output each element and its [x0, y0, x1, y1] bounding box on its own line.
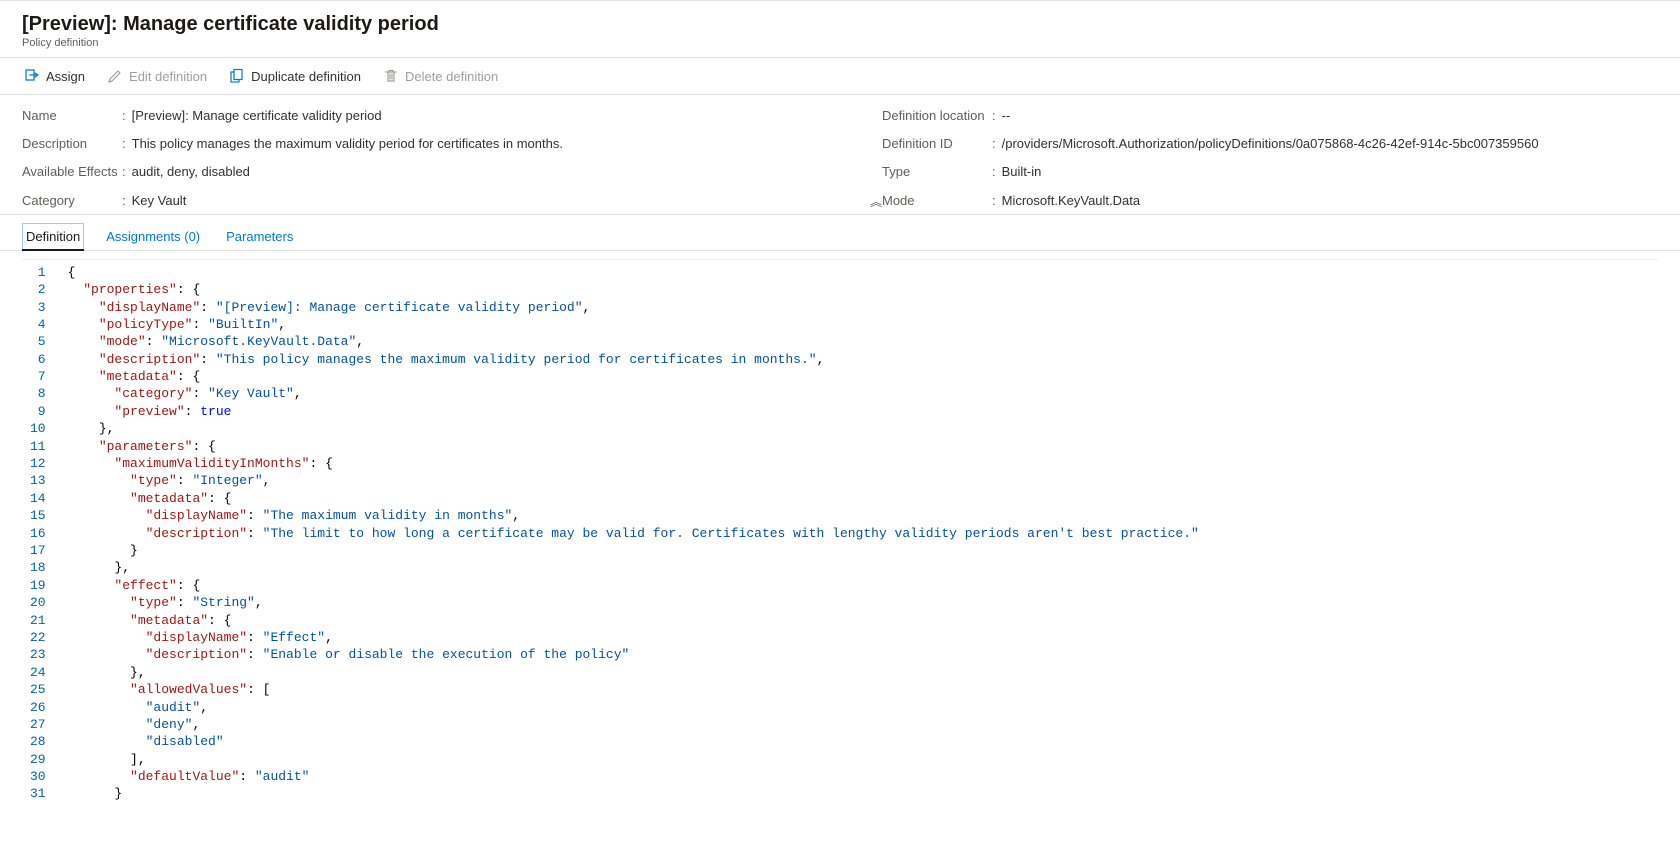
detail-label: Name: [22, 107, 122, 125]
detail-value-type: Built-in: [1002, 163, 1042, 181]
detail-value-mode: Microsoft.KeyVault.Data: [1002, 192, 1140, 210]
editor-code[interactable]: { "properties": { "displayName": "[Previ…: [68, 264, 1199, 803]
editor-gutter: 1234567891011121314151617181920212223242…: [22, 264, 68, 803]
trash-icon: [383, 68, 399, 84]
json-editor[interactable]: 1234567891011121314151617181920212223242…: [22, 259, 1658, 803]
delete-definition-button[interactable]: Delete definition: [381, 64, 500, 88]
page-header: [Preview]: Manage certificate validity p…: [0, 1, 1680, 57]
assign-icon: [24, 68, 40, 84]
edit-label: Edit definition: [129, 69, 207, 84]
detail-row: Definition location : --: [882, 107, 1658, 125]
assign-button[interactable]: Assign: [22, 64, 87, 88]
detail-value-category: Key Vault: [132, 192, 187, 210]
tab-definition[interactable]: Definition: [22, 223, 84, 250]
edit-definition-button[interactable]: Edit definition: [105, 64, 209, 88]
detail-label: Definition ID: [882, 135, 992, 153]
essentials-right: Definition location : -- Definition ID :…: [882, 107, 1658, 210]
essentials-panel: Name : [Preview]: Manage certificate val…: [0, 95, 1680, 215]
collapse-essentials-icon[interactable]: ︽: [870, 193, 882, 210]
tab-assignments[interactable]: Assignments (0): [102, 223, 204, 250]
tabs: Definition Assignments (0) Parameters: [0, 215, 1680, 251]
detail-label: Available Effects: [22, 163, 122, 181]
detail-value-name: [Preview]: Manage certificate validity p…: [132, 107, 382, 125]
detail-value-description: This policy manages the maximum validity…: [132, 135, 563, 153]
duplicate-label: Duplicate definition: [251, 69, 361, 84]
detail-row: Available Effects : audit, deny, disable…: [22, 163, 882, 181]
detail-row: Type : Built-in: [882, 163, 1658, 181]
detail-label: Type: [882, 163, 992, 181]
detail-label: Description: [22, 135, 122, 153]
detail-row: Name : [Preview]: Manage certificate val…: [22, 107, 882, 125]
command-bar: Assign Edit definition Duplicate definit…: [0, 57, 1680, 95]
detail-label: Category: [22, 192, 122, 210]
detail-value-location: --: [1002, 107, 1011, 125]
detail-value-effects: audit, deny, disabled: [132, 163, 250, 181]
tab-parameters[interactable]: Parameters: [222, 223, 297, 250]
detail-label: Definition location: [882, 107, 992, 125]
page-subtitle: Policy definition: [22, 37, 1658, 49]
detail-label: Mode: [882, 192, 992, 210]
detail-value-id: /providers/Microsoft.Authorization/polic…: [1002, 135, 1539, 153]
delete-label: Delete definition: [405, 69, 498, 84]
page-title: [Preview]: Manage certificate validity p…: [22, 11, 1658, 37]
detail-row: Definition ID : /providers/Microsoft.Aut…: [882, 135, 1658, 153]
detail-row: Description : This policy manages the ma…: [22, 135, 882, 153]
duplicate-icon: [229, 68, 245, 84]
detail-row: Mode : Microsoft.KeyVault.Data: [882, 192, 1658, 210]
duplicate-definition-button[interactable]: Duplicate definition: [227, 64, 363, 88]
detail-row: Category : Key Vault: [22, 192, 882, 210]
essentials-left: Name : [Preview]: Manage certificate val…: [22, 107, 882, 210]
pencil-icon: [107, 68, 123, 84]
assign-label: Assign: [46, 69, 85, 84]
